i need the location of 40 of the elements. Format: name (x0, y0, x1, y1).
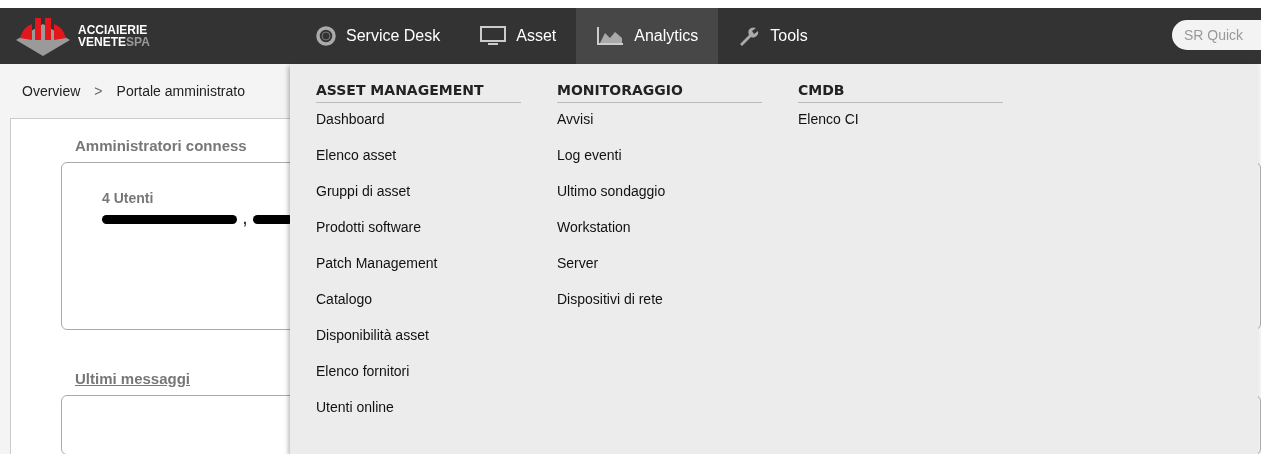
menu-item[interactable]: Utenti online (316, 395, 394, 431)
menu-item[interactable]: Prodotti software (316, 215, 422, 251)
menu-item[interactable]: Catalogo (316, 287, 373, 323)
redaction-mark (252, 214, 293, 224)
menu-heading: CMDB (798, 82, 1003, 103)
breadcrumb-link[interactable]: Portale amministrato (116, 83, 245, 99)
menu-item[interactable]: Disponibilità asset (316, 323, 429, 359)
logo-icon (14, 16, 72, 56)
menu-heading: MONITORAGGIO (557, 82, 762, 103)
section-title: Ultimi messaggi (75, 370, 191, 387)
menu-item[interactable]: Server (557, 251, 599, 287)
lifebuoy-icon (316, 26, 336, 46)
separator-text: , (243, 211, 247, 227)
menu-item[interactable]: Elenco asset (316, 143, 397, 179)
monitor-icon (480, 26, 507, 46)
menu-item[interactable]: Dashboard (316, 107, 385, 143)
menu-item[interactable]: Gruppi di asset (316, 179, 411, 215)
nav-tab[interactable]: Service Desk (296, 8, 461, 64)
wrench-icon (738, 26, 761, 46)
menu-item[interactable]: Elenco fornitori (316, 359, 410, 395)
menu-item[interactable]: Workstation (557, 215, 631, 251)
menu-item[interactable]: Log eventi (557, 143, 622, 179)
menu-item[interactable]: Avvisi (557, 107, 594, 143)
user-count: 4 Utenti (102, 190, 154, 206)
breadcrumb-separator: > (94, 83, 103, 99)
menu-heading: ASSET MANAGEMENT (316, 82, 521, 103)
menu-item[interactable]: Patch Management (316, 251, 438, 287)
menu-item[interactable]: Ultimo sondaggio (557, 179, 666, 215)
nav-tab[interactable]: Asset (460, 8, 577, 64)
breadcrumb-link[interactable]: Overview (22, 83, 81, 99)
nav-tab[interactable]: Tools (718, 8, 828, 64)
menu-item[interactable]: Dispositivi di rete (557, 287, 663, 323)
section-title: Amministratori conness (75, 137, 247, 154)
logo-text: ACCIAIERIE (78, 24, 149, 36)
logo-text: SPA (126, 35, 150, 49)
logo-text: VENETE (78, 35, 126, 49)
area-chart-icon (596, 26, 625, 46)
search-field[interactable]: SR Quick (1172, 20, 1261, 50)
nav-tab[interactable]: Analytics (576, 8, 719, 64)
menu-item[interactable]: Elenco CI (798, 107, 859, 143)
